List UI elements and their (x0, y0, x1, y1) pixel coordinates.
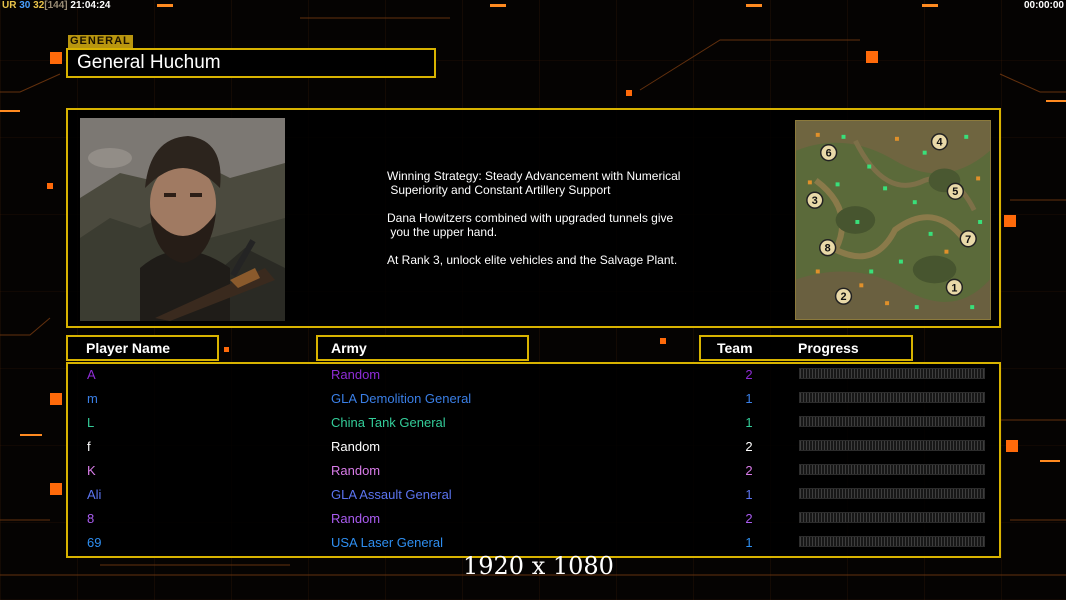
hud-status: UR 30 32[144] 21:04:24 (2, 0, 110, 11)
player-team: 1 (745, 391, 753, 406)
hud-value-a: 30 (19, 0, 31, 11)
progress-bar (799, 440, 985, 451)
progress-bar (799, 416, 985, 427)
player-row[interactable]: f Random 2 (68, 437, 999, 461)
resource-marker (978, 220, 983, 224)
player-name: f (87, 439, 91, 454)
player-team: 2 (745, 367, 753, 382)
player-army: China Tank General (331, 415, 446, 430)
player-row[interactable]: m GLA Demolition General 1 (68, 389, 999, 413)
progress-bar (799, 368, 985, 379)
hud-value-b: 32 (33, 0, 45, 11)
start-slot-number: 3 (812, 195, 818, 207)
player-team: 2 (745, 439, 753, 454)
general-name: General Huchum (77, 52, 221, 73)
player-name: 8 (87, 511, 95, 526)
resource-marker (807, 180, 812, 185)
resource-marker (885, 301, 890, 306)
resource-marker (867, 164, 872, 169)
player-row[interactable]: A Random 2 (68, 365, 999, 389)
resource-marker (970, 305, 975, 310)
start-slot-number: 1 (951, 282, 957, 294)
player-name: L (87, 415, 95, 430)
strategy-description: Winning Strategy: Steady Advancement wit… (387, 169, 717, 281)
start-slot-number: 8 (825, 243, 831, 255)
player-name: 69 (87, 535, 102, 550)
header-team-progress[interactable]: Team Progress (699, 335, 913, 361)
resource-marker (964, 134, 969, 139)
player-name: m (87, 391, 98, 406)
resource-marker (855, 220, 860, 224)
map-preview: 1 2 3 4 5 6 7 8 (795, 120, 991, 320)
general-portrait (80, 118, 285, 321)
resource-marker (912, 200, 917, 205)
player-team: 2 (745, 511, 753, 526)
progress-bar (799, 512, 985, 523)
progress-bar (799, 488, 985, 499)
resolution-label: 1920 x 1080 (463, 552, 614, 580)
player-row[interactable]: L China Tank General 1 (68, 413, 999, 437)
resource-marker (944, 249, 949, 254)
resource-marker (815, 132, 820, 137)
player-army: Random (331, 463, 381, 478)
start-slot-number: 5 (952, 186, 958, 198)
header-progress-label: Progress (798, 340, 859, 356)
player-row[interactable]: Ali GLA Assault General 1 (68, 485, 999, 509)
progress-bar (799, 536, 985, 547)
resource-marker (976, 176, 981, 181)
hud-value-c: [144] (44, 0, 68, 11)
header-army[interactable]: Army (316, 335, 529, 361)
section-tag: GENERAL (68, 35, 133, 48)
player-team: 2 (745, 463, 753, 478)
player-name: Ali (87, 487, 102, 502)
player-army: USA Laser General (331, 535, 444, 550)
general-title-box: General Huchum (66, 48, 436, 78)
player-list: A Random 2 m GLA Demolition General 1 L … (66, 362, 1001, 558)
player-team: 1 (745, 487, 753, 502)
header-army-label: Army (331, 340, 367, 356)
player-row[interactable]: K Random 2 (68, 461, 999, 485)
description-line: Winning Strategy: Steady Advancement wit… (387, 169, 681, 197)
hud-tag: UR (2, 0, 17, 11)
resource-marker (894, 136, 899, 141)
start-slot-number: 7 (965, 234, 971, 246)
player-army: Random (331, 511, 381, 526)
resource-marker (914, 305, 919, 310)
resource-marker (859, 283, 864, 288)
player-army: Random (331, 367, 381, 382)
start-slot-number: 4 (936, 137, 942, 149)
description-line: At Rank 3, unlock elite vehicles and the… (387, 253, 678, 267)
player-army: Random (331, 439, 381, 454)
resource-marker (815, 269, 820, 274)
header-player-label: Player Name (86, 340, 171, 356)
general-info-panel: Winning Strategy: Steady Advancement wit… (66, 108, 1001, 328)
header-player-name[interactable]: Player Name (66, 335, 219, 361)
resource-marker (869, 269, 874, 274)
hud-timer: 00:00:00 (1023, 0, 1064, 11)
resource-marker (898, 259, 903, 264)
start-slot-number: 6 (826, 148, 832, 160)
player-name: A (87, 367, 96, 382)
resource-marker (883, 186, 888, 191)
start-slot-number: 2 (840, 291, 846, 303)
player-team: 1 (745, 415, 753, 430)
player-army: GLA Demolition General (331, 391, 472, 406)
resource-marker (928, 231, 933, 236)
header-team-label: Team (717, 340, 753, 356)
resource-marker (835, 182, 840, 187)
hud-clock: 21:04:24 (70, 0, 111, 11)
description-line: Dana Howitzers combined with upgraded tu… (387, 211, 674, 239)
progress-bar (799, 392, 985, 403)
player-row[interactable]: 8 Random 2 (68, 509, 999, 533)
resource-marker (841, 134, 846, 139)
resource-marker (922, 150, 927, 155)
progress-bar (799, 464, 985, 475)
player-team: 1 (745, 535, 753, 550)
player-army: GLA Assault General (331, 487, 452, 502)
player-name: K (87, 463, 96, 478)
